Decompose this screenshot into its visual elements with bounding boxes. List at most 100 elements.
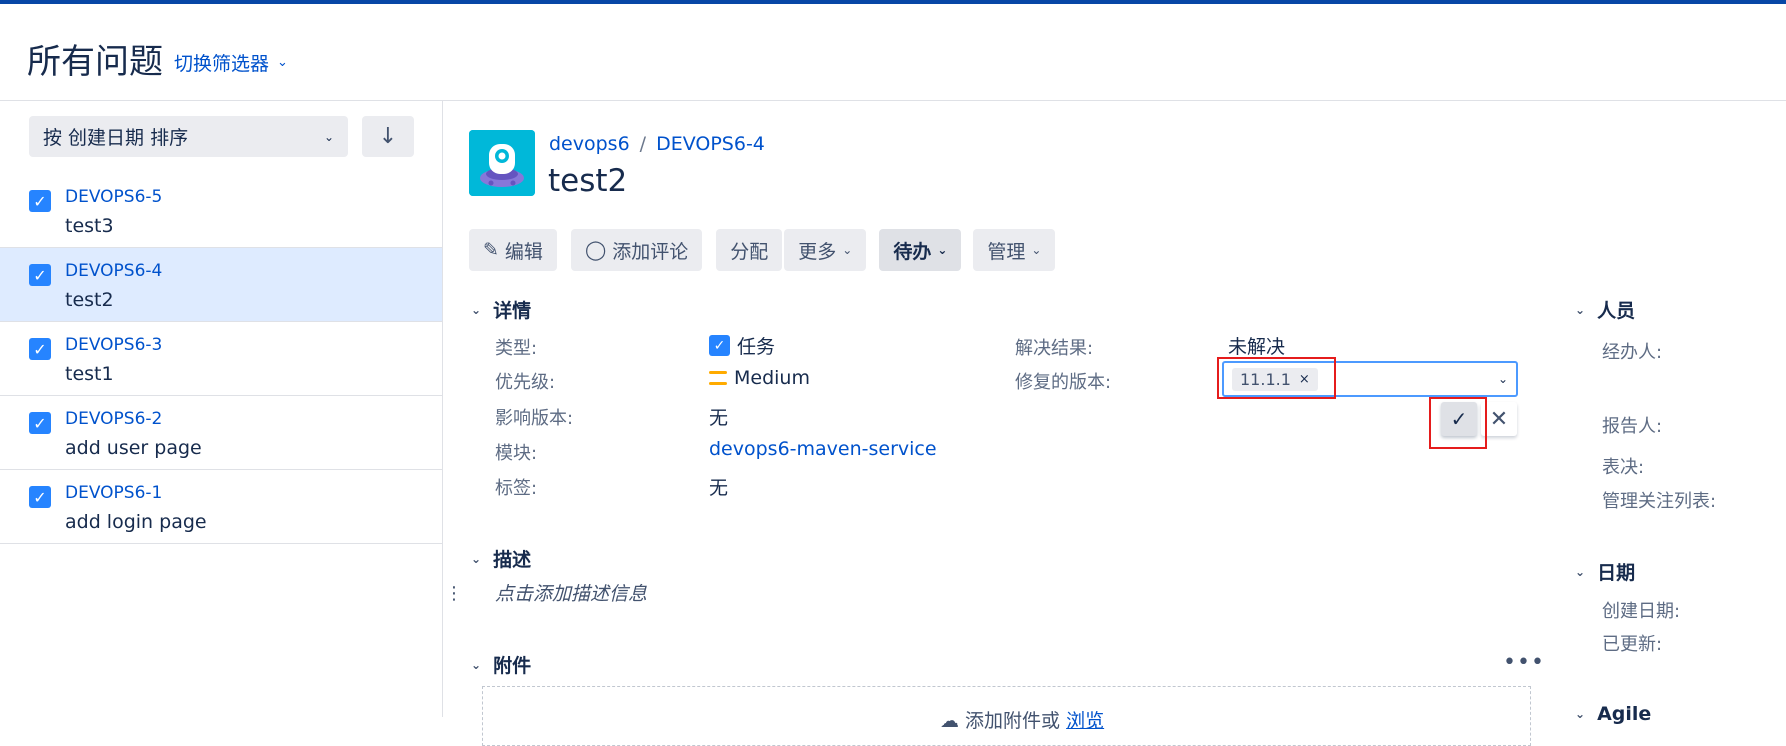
list-item[interactable]: ✓ DEVOPS6-3 test1 bbox=[0, 322, 442, 396]
issue-list-panel: 按 创建日期 排序 ⌄ ↓ ✓ DEVOPS6-5 test3 ✓ DEVOPS… bbox=[0, 101, 443, 717]
pencil-icon: ✎ bbox=[483, 239, 499, 261]
assign-button[interactable]: 分配 bbox=[716, 229, 783, 271]
priority-value[interactable]: Medium bbox=[709, 367, 810, 389]
attachments-section-toggle[interactable]: ⌄ 附件 bbox=[471, 651, 531, 678]
created-label: 创建日期: bbox=[1602, 601, 1681, 622]
details-section-toggle[interactable]: ⌄ 详情 bbox=[471, 296, 531, 323]
arrow-down-icon: ↓ bbox=[378, 124, 398, 149]
edit-button[interactable]: ✎ 编辑 bbox=[469, 229, 557, 271]
status-label: 待办 bbox=[893, 240, 932, 263]
task-checkbox-icon: ✓ bbox=[29, 412, 51, 434]
people-section-toggle[interactable]: ⌄ 人员 bbox=[1575, 296, 1635, 323]
page-header: 所有问题 切换筛选器 ⌄ bbox=[0, 4, 1786, 101]
sort-select[interactable]: 按 创建日期 排序 ⌄ bbox=[29, 116, 348, 157]
resolution-label: 解决结果: bbox=[1015, 338, 1094, 359]
chevron-down-icon: ⌄ bbox=[1575, 302, 1586, 317]
chevron-down-icon: ⌄ bbox=[277, 55, 288, 70]
list-item[interactable]: ✓ DEVOPS6-5 test3 bbox=[0, 174, 442, 248]
chevron-down-icon: ⌄ bbox=[471, 657, 482, 672]
status-button[interactable]: 待办 ⌄ bbox=[879, 229, 962, 271]
add-comment-button[interactable]: ◯ 添加评论 bbox=[570, 229, 703, 271]
add-comment-label: 添加评论 bbox=[612, 240, 689, 263]
labels-value[interactable]: 无 bbox=[709, 473, 728, 500]
cloud-icon: ☁ bbox=[940, 710, 959, 732]
affects-version-value[interactable]: 无 bbox=[709, 403, 728, 430]
more-options-icon[interactable]: ••• bbox=[1503, 650, 1545, 675]
list-item[interactable]: ✓ DEVOPS6-2 add user page bbox=[0, 396, 442, 470]
description-heading: 描述 bbox=[493, 549, 532, 571]
task-checkbox-icon: ✓ bbox=[29, 486, 51, 508]
comment-icon: ◯ bbox=[584, 239, 607, 261]
list-item[interactable]: ✓ DEVOPS6-1 add login page bbox=[0, 470, 442, 544]
close-icon: ✕ bbox=[1489, 406, 1509, 432]
chevron-down-icon: ⌄ bbox=[1031, 243, 1042, 257]
labels-label: 标签: bbox=[495, 478, 538, 499]
chevron-down-icon: ⌄ bbox=[1575, 707, 1586, 721]
watchers-label: 管理关注列表: bbox=[1602, 491, 1717, 512]
description-placeholder[interactable]: 点击添加描述信息 bbox=[495, 579, 647, 606]
affects-version-label: 影响版本: bbox=[495, 408, 574, 429]
people-heading: 人员 bbox=[1597, 300, 1636, 322]
agile-heading: Agile bbox=[1597, 703, 1652, 725]
sort-select-label: 按 创建日期 排序 bbox=[43, 127, 189, 149]
priority-label: 优先级: bbox=[495, 372, 556, 393]
breadcrumb: devops6 / DEVOPS6-4 bbox=[549, 133, 765, 155]
highlight-box-confirm bbox=[1429, 397, 1487, 449]
issue-key: DEVOPS6-5 bbox=[65, 187, 163, 207]
edit-button-label: 编辑 bbox=[504, 240, 543, 263]
chevron-down-icon: ⌄ bbox=[842, 243, 853, 257]
type-label: 类型: bbox=[495, 338, 538, 359]
chevron-down-icon[interactable]: ⌄ bbox=[1498, 372, 1508, 386]
highlight-box-version bbox=[1217, 357, 1336, 399]
sort-direction-button[interactable]: ↓ bbox=[362, 116, 414, 157]
priority-medium-icon bbox=[709, 371, 727, 385]
type-value-text: 任务 bbox=[737, 336, 776, 358]
task-type-icon: ✓ bbox=[709, 335, 730, 356]
attachment-drop-text: ☁ 添加附件或 浏览 bbox=[940, 706, 1104, 733]
issue-title[interactable]: test2 bbox=[548, 163, 627, 199]
chevron-down-icon: ⌄ bbox=[323, 129, 334, 144]
browse-link[interactable]: 浏览 bbox=[1066, 710, 1104, 732]
breadcrumb-project-link[interactable]: devops6 bbox=[549, 133, 630, 155]
dates-section-toggle[interactable]: ⌄ 日期 bbox=[1575, 558, 1635, 585]
task-checkbox-icon: ✓ bbox=[29, 338, 51, 360]
attachments-heading: 附件 bbox=[493, 655, 532, 677]
breadcrumb-issue-link[interactable]: DEVOPS6-4 bbox=[656, 133, 765, 155]
component-link[interactable]: devops6-maven-service bbox=[709, 438, 937, 460]
issue-summary: test2 bbox=[65, 289, 114, 311]
dates-heading: 日期 bbox=[1597, 562, 1636, 584]
issue-key: DEVOPS6-1 bbox=[65, 483, 163, 503]
details-heading: 详情 bbox=[493, 300, 532, 322]
assign-label: 分配 bbox=[730, 240, 769, 263]
admin-label: 管理 bbox=[987, 240, 1026, 263]
issue-key: DEVOPS6-3 bbox=[65, 335, 163, 355]
panel-resize-handle[interactable]: ⋮ bbox=[445, 583, 463, 604]
filter-switch-label: 切换筛选器 bbox=[174, 53, 270, 75]
votes-label: 表决: bbox=[1602, 457, 1645, 478]
description-section-toggle[interactable]: ⌄ 描述 bbox=[471, 545, 531, 572]
issue-summary: test1 bbox=[65, 363, 114, 385]
more-button[interactable]: 更多 ⌄ bbox=[784, 229, 867, 271]
chevron-down-icon: ⌄ bbox=[471, 302, 482, 317]
updated-label: 已更新: bbox=[1602, 634, 1663, 655]
assignee-label: 经办人: bbox=[1602, 342, 1663, 363]
breadcrumb-separator: / bbox=[639, 133, 647, 155]
project-avatar bbox=[469, 130, 535, 196]
chevron-down-icon: ⌄ bbox=[1575, 564, 1586, 579]
fix-version-label: 修复的版本: bbox=[1015, 372, 1112, 393]
component-label: 模块: bbox=[495, 443, 538, 464]
component-value[interactable]: devops6-maven-service bbox=[709, 438, 937, 460]
drop-label: 添加附件或 bbox=[965, 710, 1061, 732]
task-checkbox-icon: ✓ bbox=[29, 190, 51, 212]
priority-value-text: Medium bbox=[734, 367, 810, 389]
agile-section-toggle[interactable]: ⌄ Agile bbox=[1575, 703, 1651, 725]
issue-key: DEVOPS6-4 bbox=[65, 261, 163, 281]
list-item[interactable]: ✓ DEVOPS6-4 test2 bbox=[0, 248, 442, 322]
chevron-down-icon: ⌄ bbox=[937, 243, 948, 257]
issue-summary: add login page bbox=[65, 511, 207, 533]
issue-toolbar: ✎ 编辑 ◯ 添加评论 分配 更多 ⌄ 待办 ⌄ 管理 ⌄ bbox=[469, 229, 1056, 271]
issue-summary: add user page bbox=[65, 437, 202, 459]
admin-button[interactable]: 管理 ⌄ bbox=[973, 229, 1056, 271]
filter-switch-button[interactable]: 切换筛选器 ⌄ bbox=[174, 49, 288, 76]
issue-list: ✓ DEVOPS6-5 test3 ✓ DEVOPS6-4 test2 ✓ DE… bbox=[0, 174, 442, 544]
